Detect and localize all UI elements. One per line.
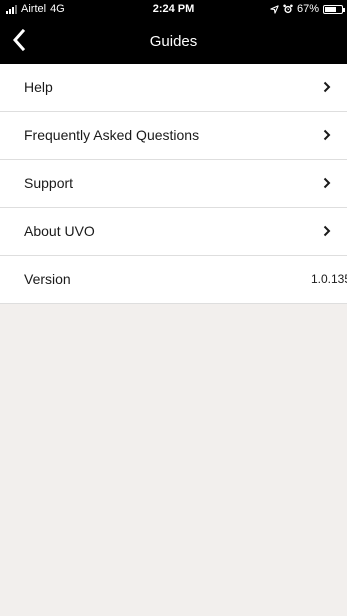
status-bar: Airtel 4G 2:24 PM 67% bbox=[0, 0, 347, 20]
menu-item-label: Support bbox=[24, 175, 74, 191]
battery-icon bbox=[323, 4, 345, 14]
chevron-right-icon bbox=[323, 177, 331, 189]
menu-item-label: Frequently Asked Questions bbox=[24, 127, 200, 143]
navigation-bar: Guides bbox=[0, 20, 347, 64]
menu-item-faq[interactable]: Frequently Asked Questions bbox=[0, 112, 347, 160]
chevron-right-icon bbox=[323, 225, 331, 237]
location-icon bbox=[270, 4, 279, 14]
menu-item-support[interactable]: Support bbox=[0, 160, 347, 208]
chevron-right-icon bbox=[323, 81, 331, 93]
menu-item-label: Help bbox=[24, 79, 53, 95]
status-right: 67% bbox=[270, 3, 345, 15]
version-value: 1.0.135 bbox=[310, 272, 347, 286]
menu-item-help[interactable]: Help bbox=[0, 64, 347, 112]
version-row: Version 1.0.135 bbox=[0, 256, 347, 304]
page-title: Guides bbox=[149, 33, 198, 50]
battery-percent: 67% bbox=[296, 3, 319, 15]
version-label: Version bbox=[24, 271, 71, 287]
alarm-icon bbox=[283, 4, 293, 14]
guides-list: Help Frequently Asked Questions Support … bbox=[0, 64, 347, 304]
menu-item-about[interactable]: About UVO bbox=[0, 208, 347, 256]
chevron-right-icon bbox=[323, 129, 331, 141]
menu-item-label: About UVO bbox=[24, 223, 95, 239]
top-bar: Airtel 4G 2:24 PM 67% Guides bbox=[0, 0, 347, 64]
